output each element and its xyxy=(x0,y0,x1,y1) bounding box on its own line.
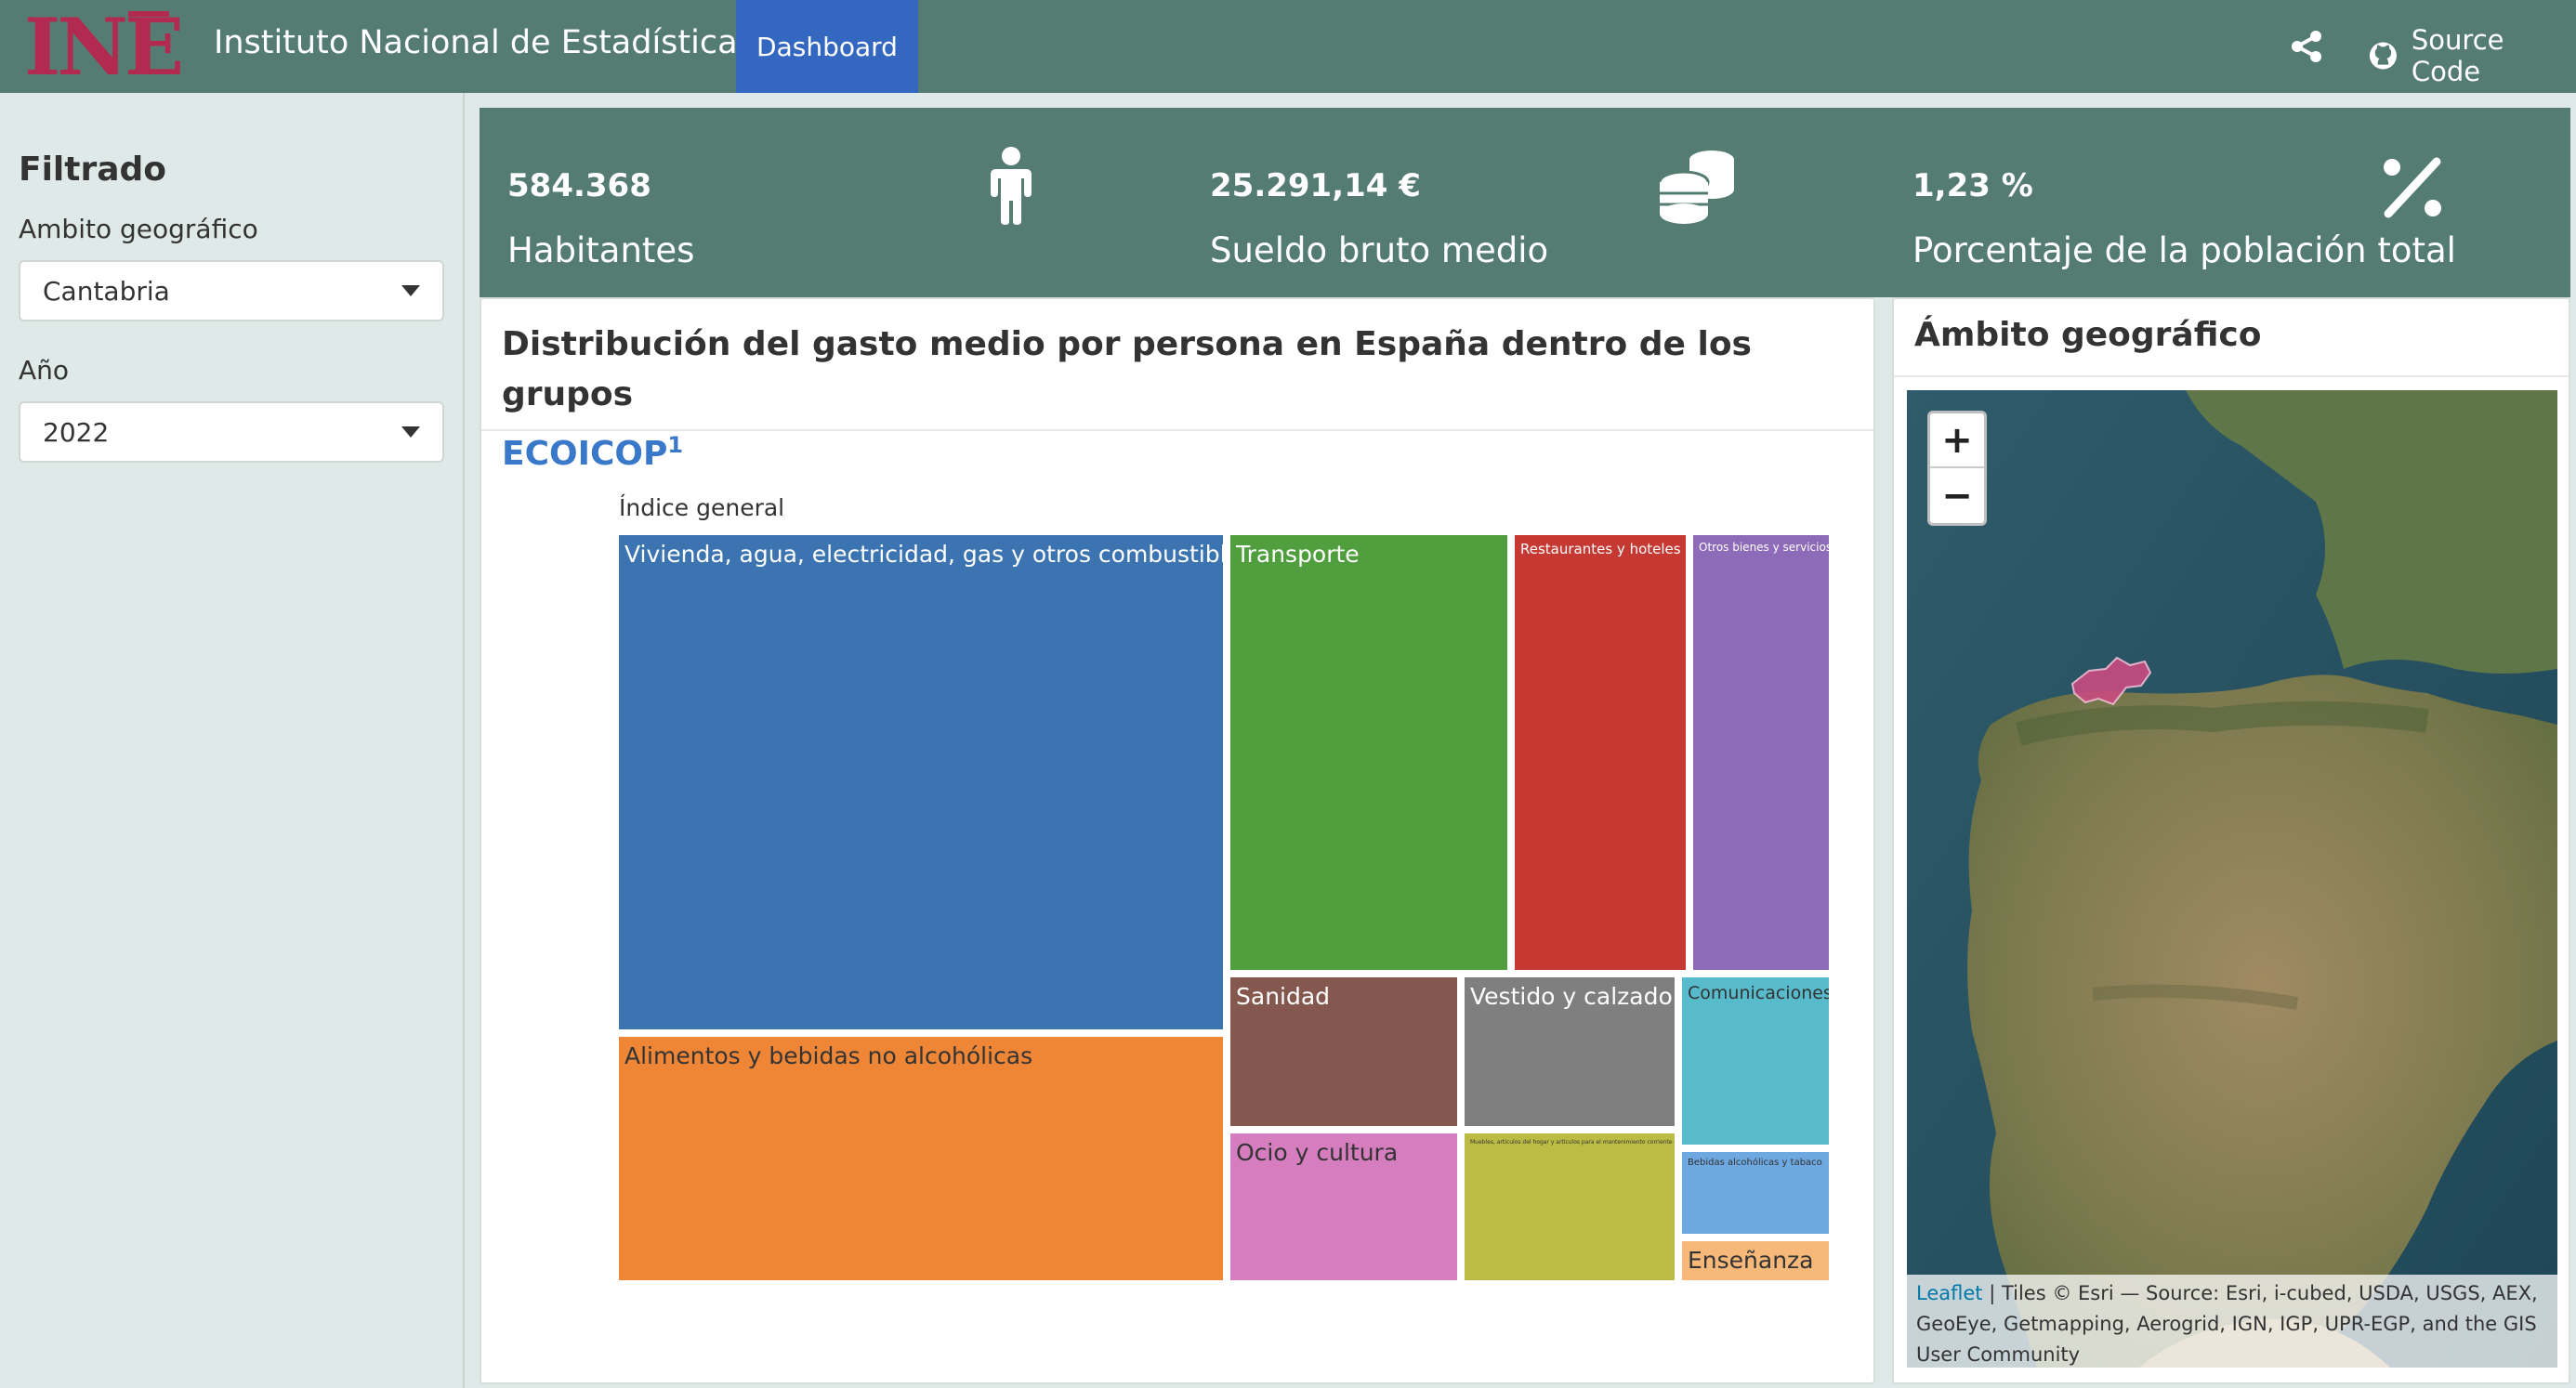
source-code-label: Source Code xyxy=(2411,24,2504,87)
share-icon[interactable] xyxy=(2288,28,2325,65)
ecoicop-label: ECOICOP xyxy=(502,435,668,473)
treemap-tile-label: Muebles, artículos del hogar y artículos… xyxy=(1470,1139,1675,1146)
source-code-link[interactable]: Source Code xyxy=(2368,24,2576,87)
tab-dashboard[interactable]: Dashboard xyxy=(736,0,918,93)
geo-select-value: Cantabria xyxy=(43,275,170,307)
treemap-tile-label: Transporte xyxy=(1236,541,1360,568)
person-icon xyxy=(991,147,1032,225)
treemap-tile[interactable]: Bebidas alcohólicas y tabaco xyxy=(1682,1152,1829,1234)
treemap-tile-label: Vestido y calzado xyxy=(1470,983,1673,1010)
sidebar-title: Filtrado xyxy=(19,151,167,189)
leaflet-link[interactable]: Leaflet xyxy=(1916,1282,1983,1304)
zoom-control: + − xyxy=(1927,411,1987,526)
year-select[interactable]: 2022 xyxy=(19,401,444,463)
coins-icon xyxy=(1658,151,1734,224)
ecoicop-link[interactable]: ECOICOP1 xyxy=(502,432,684,473)
treemap-tile[interactable]: Ocio y cultura xyxy=(1230,1133,1457,1280)
treemap-tile[interactable]: Comunicaciones xyxy=(1682,977,1829,1145)
ine-logo[interactable]: INE xyxy=(24,2,182,85)
percent-icon xyxy=(2384,157,2441,218)
treemap-tile[interactable]: Vivienda, agua, electricidad, gas y otro… xyxy=(619,535,1223,1029)
treemap-tile[interactable]: Transporte xyxy=(1230,535,1507,970)
treemap-title-main: Distribución del gasto medio por persona… xyxy=(502,325,1752,413)
treemap-tile-label: Vivienda, agua, electricidad, gas y otro… xyxy=(624,541,1223,568)
treemap-tile-label: Comunicaciones xyxy=(1688,983,1829,1003)
kpi-salary-value: 25.291,14 € xyxy=(1210,167,1421,204)
sidebar: Filtrado Ambito geográfico Cantabria Año… xyxy=(0,93,465,1388)
app-title: Instituto Nacional de Estadística xyxy=(214,24,738,61)
chevron-down-icon xyxy=(401,426,420,438)
footnote-marker: 1 xyxy=(667,432,684,458)
treemap-tile-label: Otros bienes y servicios xyxy=(1699,541,1829,554)
map-attribution: Leaflet | Tiles © Esri — Source: Esri, i… xyxy=(1907,1275,2557,1368)
kpi-percent-label: Porcentaje de la población total xyxy=(1912,230,2456,270)
kpi-salary-label: Sueldo bruto medio xyxy=(1210,230,1549,270)
treemap-tile[interactable]: Otros bienes y servicios xyxy=(1693,535,1829,970)
zoom-out-button[interactable]: − xyxy=(1930,468,1984,523)
year-label: Año xyxy=(19,355,70,386)
treemap-card-header: Distribución del gasto medio por persona… xyxy=(481,299,1873,473)
kpi-strip: 584.368 Habitantes 25.291,14 € Sueldo br… xyxy=(480,108,2570,297)
treemap-tile[interactable]: Alimentos y bebidas no alcohólicas xyxy=(619,1037,1223,1280)
chevron-down-icon xyxy=(401,285,420,296)
kpi-population-value: 584.368 xyxy=(507,167,651,204)
geo-select[interactable]: Cantabria xyxy=(19,260,444,321)
treemap-tile-label: Bebidas alcohólicas y tabaco xyxy=(1688,1158,1822,1168)
treemap-tile-label: Enseñanza xyxy=(1688,1247,1814,1274)
treemap-tile[interactable]: Sanidad xyxy=(1230,977,1457,1126)
treemap-tile-label: Sanidad xyxy=(1236,983,1331,1010)
treemap-tile[interactable]: Restaurantes y hoteles xyxy=(1515,535,1686,970)
geo-label: Ambito geográfico xyxy=(19,214,258,244)
kpi-percent-value: 1,23 % xyxy=(1912,167,2033,204)
satellite-map[interactable] xyxy=(1907,390,2557,1368)
treemap-card-title: Distribución del gasto medio por persona… xyxy=(502,320,1840,479)
treemap-tile-label: Alimentos y bebidas no alcohólicas xyxy=(624,1042,1033,1069)
attribution-text: | Tiles © Esri — Source: Esri, i-cubed, … xyxy=(1916,1282,2538,1366)
treemap-tile[interactable]: Vestido y calzado xyxy=(1465,977,1675,1126)
map-card-title: Ámbito geográfico xyxy=(1914,316,2262,354)
kpi-population-label: Habitantes xyxy=(507,230,695,270)
treemap-tile[interactable]: Enseñanza xyxy=(1682,1241,1829,1280)
treemap-tile[interactable]: Muebles, artículos del hogar y artículos… xyxy=(1465,1133,1675,1280)
navbar: INE Instituto Nacional de Estadística Da… xyxy=(0,0,2576,93)
treemap-tile-label: Restaurantes y hoteles xyxy=(1520,541,1681,557)
zoom-in-button[interactable]: + xyxy=(1930,413,1984,468)
treemap-root-label[interactable]: Índice general xyxy=(619,494,784,521)
github-icon xyxy=(2369,42,2397,70)
year-select-value: 2022 xyxy=(43,416,110,448)
treemap-tile-label: Ocio y cultura xyxy=(1236,1139,1399,1166)
map-card-header: Ámbito geográfico xyxy=(1894,299,2569,377)
